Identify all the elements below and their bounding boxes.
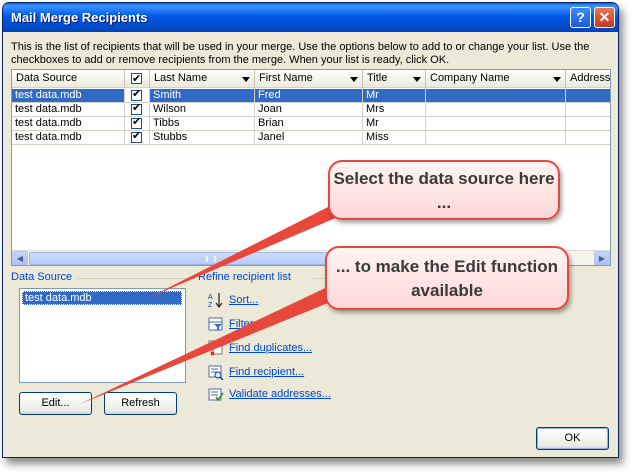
callout-pointers: [80, 206, 350, 404]
top-callout-pointer: [148, 206, 345, 298]
annotation-callout-bottom: ... to make the Edit function available: [325, 246, 569, 310]
bottom-callout-pointer: [80, 282, 350, 404]
annotation-callout-top: Select the data source here ...: [328, 160, 560, 220]
